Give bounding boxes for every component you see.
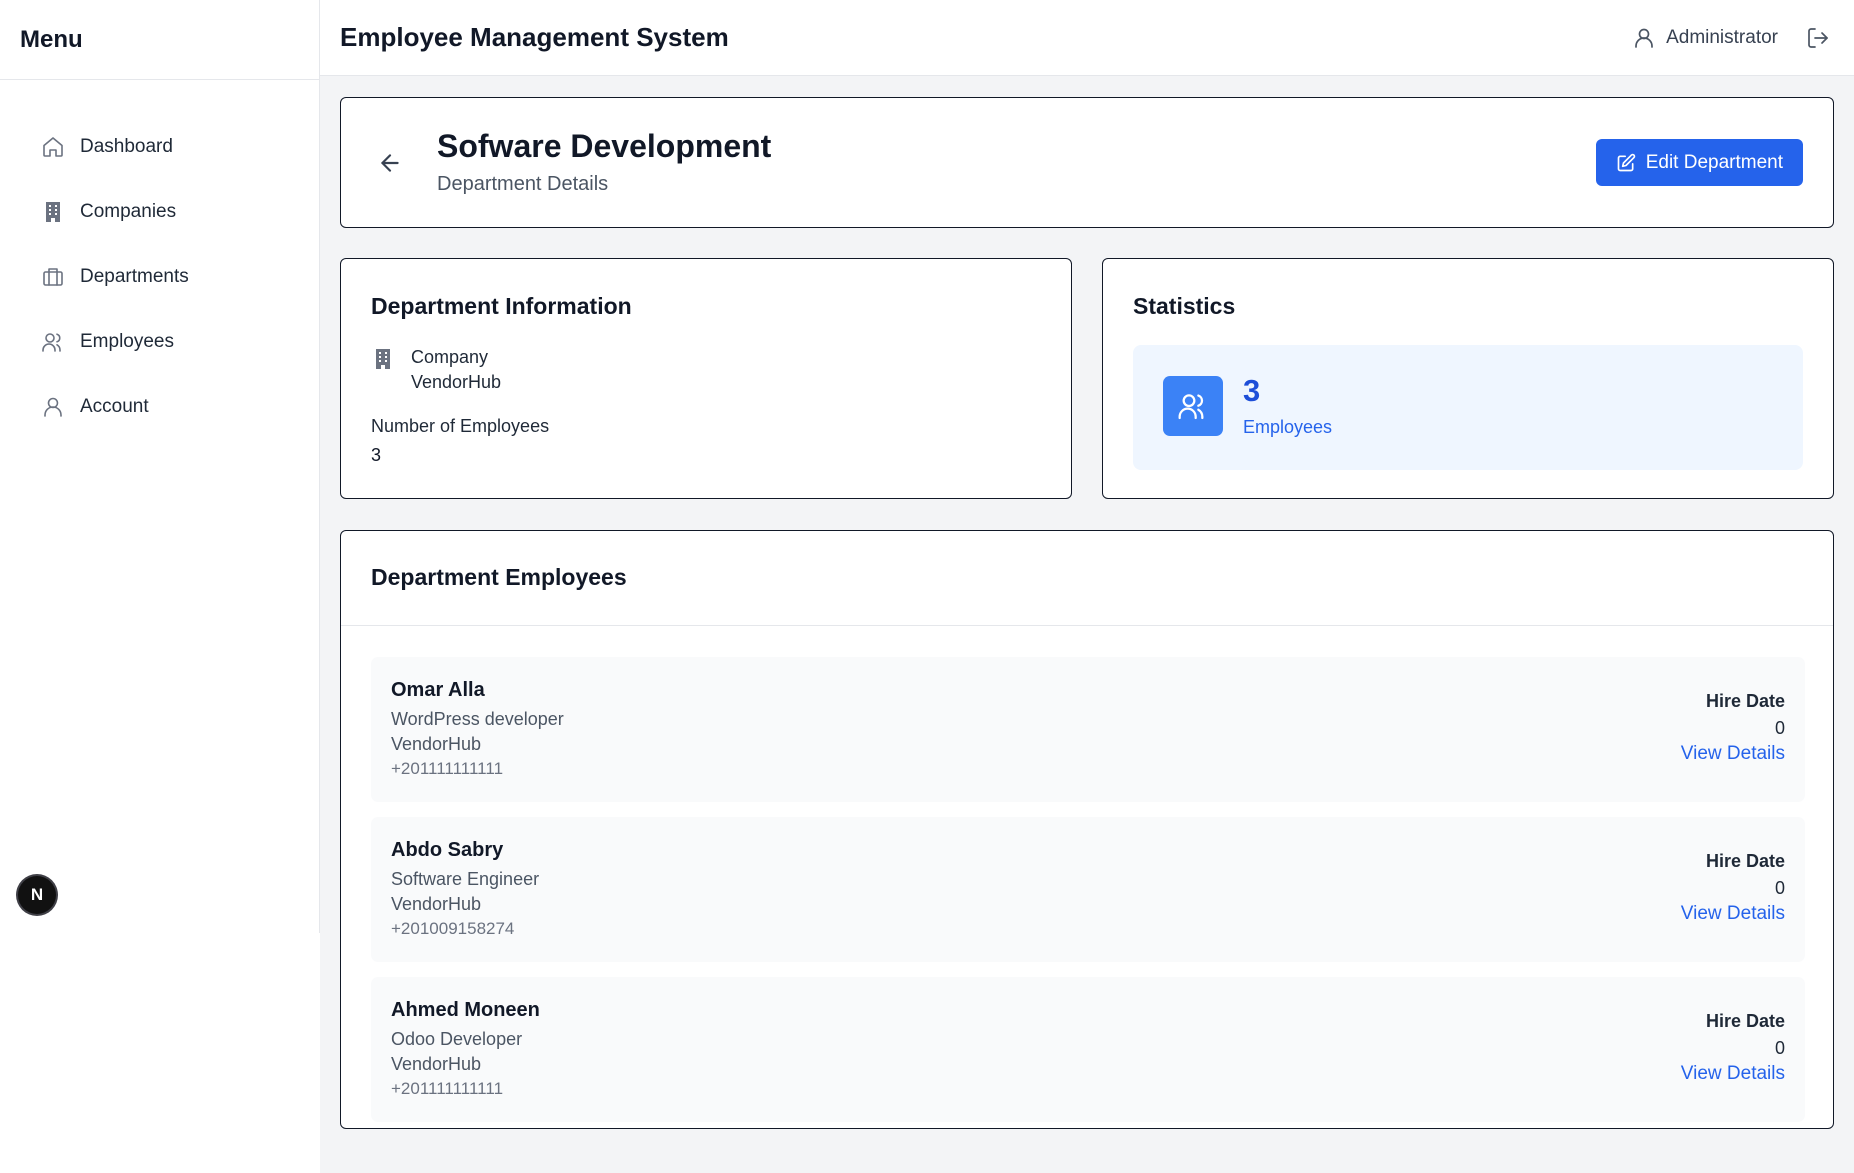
main-content: Sofware Development Department Details E… — [320, 76, 1854, 1173]
topbar: Employee Management System Administrator — [320, 0, 1854, 76]
employee-company: VendorHub — [391, 734, 482, 754]
arrow-left-icon — [381, 154, 399, 172]
user-name: Administrator — [1666, 26, 1778, 48]
logout-icon — [1808, 27, 1828, 48]
employee-name: Abdo Sabry — [391, 839, 504, 861]
hire-date-label: Hire Date — [1705, 691, 1785, 711]
sidebar-item-label: Departments — [80, 265, 189, 287]
employee-role: Odoo Developer — [391, 1029, 523, 1049]
sidebar-nav: Dashboard Companies Departments Employee… — [0, 114, 319, 439]
employee-name: Ahmed Moneen — [391, 999, 540, 1021]
page-subtitle: Department Details — [437, 173, 609, 195]
card-title: Department Information — [371, 293, 632, 319]
next-badge[interactable]: N — [18, 876, 56, 914]
stat-label: Employees — [1243, 417, 1333, 437]
hire-date-label: Hire Date — [1705, 1011, 1785, 1031]
sidebar-item-account[interactable]: Account — [0, 374, 319, 439]
company-value: VendorHub — [411, 372, 502, 392]
hire-date-label: Hire Date — [1705, 851, 1785, 871]
users-icon — [1163, 376, 1223, 436]
user-icon — [1635, 28, 1653, 48]
statistics-card: Statistics 3 Employees — [1102, 258, 1834, 499]
building-icon — [40, 199, 66, 225]
employee-stat: 3 Employees — [1133, 345, 1803, 470]
page-title: Sofware Development — [437, 128, 772, 164]
employee-company: VendorHub — [391, 1054, 482, 1074]
briefcase-icon — [40, 264, 66, 290]
employee-phone: +201111111111 — [391, 759, 504, 778]
department-employees-card: Department Employees Omar Alla WordPress… — [340, 530, 1834, 1129]
list-item: Abdo Sabry Software Engineer VendorHub +… — [371, 817, 1805, 962]
sidebar-item-departments[interactable]: Departments — [0, 244, 319, 309]
list-item: Ahmed Moneen Odoo Developer VendorHub +2… — [371, 977, 1805, 1122]
logout-button[interactable] — [1806, 26, 1830, 50]
hire-date-value: 0 — [1774, 1038, 1785, 1058]
sidebar-item-companies[interactable]: Companies — [0, 179, 319, 244]
list-item: Omar Alla WordPress developer VendorHub … — [371, 657, 1805, 802]
employee-role: Software Engineer — [391, 869, 540, 889]
sidebar-item-label: Account — [80, 395, 149, 417]
employee-phone: +201009158274 — [391, 919, 515, 938]
sidebar-item-label: Companies — [80, 200, 177, 222]
sidebar-item-dashboard[interactable]: Dashboard — [0, 114, 319, 179]
edit-department-label: Edit Department — [1645, 151, 1783, 173]
sidebar: Menu Dashboard Companies Departments Emp… — [0, 0, 320, 933]
home-icon — [40, 134, 66, 160]
view-details-link[interactable]: View Details — [1681, 1063, 1785, 1085]
card-title: Statistics — [1133, 293, 1236, 319]
employee-count-label: Number of Employees — [371, 416, 550, 436]
department-info-card: Department Information Company VendorHub… — [340, 258, 1072, 499]
users-icon — [40, 329, 66, 355]
hire-date-value: 0 — [1774, 718, 1785, 738]
building-icon — [371, 345, 395, 395]
employee-name: Omar Alla — [391, 679, 485, 701]
card-title: Department Employees — [371, 564, 627, 590]
edit-department-button[interactable]: Edit Department — [1595, 139, 1803, 186]
user-icon — [40, 394, 66, 420]
employee-count-value: 3 — [371, 445, 382, 465]
app-title: Employee Management System — [340, 22, 729, 52]
user-menu[interactable]: Administrator — [1632, 26, 1778, 50]
employee-role: WordPress developer — [391, 709, 564, 729]
view-details-link[interactable]: View Details — [1681, 903, 1785, 925]
hire-date-value: 0 — [1774, 878, 1785, 898]
employee-company: VendorHub — [391, 894, 482, 914]
department-header-card: Sofware Development Department Details E… — [340, 97, 1834, 228]
view-details-link[interactable]: View Details — [1681, 743, 1785, 765]
back-button[interactable] — [377, 150, 405, 178]
employee-list: Omar Alla WordPress developer VendorHub … — [371, 657, 1805, 1137]
sidebar-item-label: Dashboard — [80, 135, 173, 157]
company-row: Company VendorHub — [371, 345, 501, 395]
sidebar-item-label: Employees — [80, 330, 174, 352]
stat-value: 3 — [1243, 373, 1261, 408]
company-label: Company — [411, 347, 489, 367]
sidebar-title: Menu — [0, 0, 319, 80]
edit-icon — [1617, 153, 1635, 171]
employee-phone: +201111111111 — [391, 1079, 504, 1098]
sidebar-item-employees[interactable]: Employees — [0, 309, 319, 374]
